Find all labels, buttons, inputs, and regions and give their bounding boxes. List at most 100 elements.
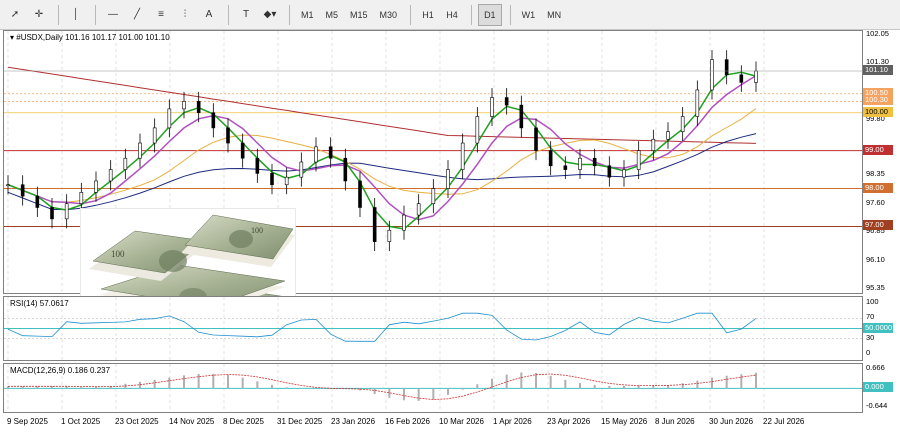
price-level-badge: 98.00 [863,182,893,193]
candle-body [94,180,98,193]
candle-body [79,192,84,205]
rsi-tick-label: 30 [866,332,875,342]
trendline-tool-icon[interactable]: ╱ [126,4,148,26]
date-tick-label: 16 Feb 2026 [385,417,430,426]
candle-body [460,142,465,170]
price-axis[interactable]: 102.05 101.30 99.80 98.35 97.60 96.85 96.10 95.… [863,29,900,294]
candle-body [724,59,729,76]
macd-tick-label: 0.666 [866,363,885,372]
candle-body [578,157,582,170]
candle-body [138,142,142,159]
svg-text:100: 100 [111,249,125,259]
macd-canvas[interactable] [4,364,864,414]
candle-body [666,131,670,140]
macd-title: MACD(12,26,9) 0.186 0.237 [10,366,111,375]
date-tick-label: 9 Sep 2025 [7,417,48,426]
price-tick-label: 97.60 [866,197,885,207]
candle-body [299,161,304,178]
price-tick-label: 95.35 [866,283,885,292]
date-tick-label: 23 Apr 2026 [547,417,591,426]
timeframe-w1-button[interactable]: W1 [517,4,541,26]
toolbar-separator [410,4,412,25]
candle-body [226,127,230,144]
timeframe-h4-button[interactable]: H4 [441,4,463,26]
candle-body [622,169,626,178]
rsi-title: RSI(14) 57.0617 [10,299,69,308]
equidistant-channel-tool-icon[interactable]: ≡ [150,4,172,26]
candle-body [314,146,318,163]
candle-body [695,89,700,117]
candle-body [563,165,568,170]
price-level-badge: 100.30 [863,95,893,106]
toolbar-separator [58,4,59,25]
candle-body [240,142,245,159]
macd-panel[interactable]: MACD(12,26,9) 0.186 0.237 [3,363,863,413]
timeframe-m1-button[interactable]: M1 [296,4,319,26]
candle-body [739,74,744,83]
rsi-canvas[interactable] [4,297,864,362]
candle-body [196,101,201,114]
text-tool-icon[interactable]: A [198,4,220,26]
candle-body [35,195,40,208]
date-tick-label: 1 Apr 2026 [493,417,532,426]
date-tick-label: 31 Dec 2025 [277,417,323,426]
time-axis[interactable]: 9 Sep 2025 1 Oct 2025 23 Oct 2025 14 Nov 20… [3,413,863,432]
candle-body [284,176,289,186]
price-level-badge: 100.00 [863,106,893,117]
date-tick-label: 8 Dec 2025 [223,417,264,426]
candle-body [358,180,362,208]
candle-body [64,203,69,220]
timeframe-h1-button[interactable]: H1 [417,4,439,26]
date-tick-label: 14 Nov 2025 [169,417,215,426]
rsi-tick-label: 70 [866,312,875,322]
timeframe-m5-button[interactable]: M5 [321,4,344,26]
candle-body [519,104,524,129]
date-tick-label: 22 Jul 2026 [763,417,805,426]
candle-body [548,150,553,167]
candle-body [167,108,172,129]
candle-body [680,116,685,132]
candle-body [607,165,612,178]
candle-body [343,157,348,182]
candle-body [20,184,25,197]
horizontal-line-tool-icon[interactable]: — [102,4,124,26]
candle-body [636,150,641,170]
fibonacci-tool-icon[interactable]: ⫶ [174,4,196,26]
candle-body [490,97,494,117]
candle-body [446,169,450,189]
toolbar-separator [509,4,511,25]
chart-symbol-info: ▾ #USDX,Daily 101.16 101.17 101.00 101.1… [10,33,170,42]
crosshair-tool-icon[interactable]: ✛ [28,4,50,26]
candle-body [431,188,436,205]
rsi-line [7,312,757,342]
candle-body [416,203,421,216]
timeframe-mn-button[interactable]: MN [542,4,566,26]
candle-body [372,207,377,242]
candle-body [211,112,216,129]
toolbar-separator [471,4,473,25]
macd-tick-label: -0.644 [866,401,888,410]
rsi-level-badge: 50.0000 [863,322,893,333]
timeframe-d1-button[interactable]: D1 [478,3,502,26]
shapes-tool-icon[interactable]: ◆▾ [259,4,281,26]
timeframe-m30-button[interactable]: M30 [375,4,403,26]
rsi-axis: 100 70 30 0 50.0000 [863,296,900,361]
toolbar-separator [228,4,229,25]
date-tick-label: 30 Jun 2026 [709,417,754,426]
ma-200-line [7,66,757,144]
text-label-tool-icon[interactable]: T [235,4,257,26]
candle-body [710,59,714,91]
date-tick-label: 8 Jun 2026 [655,417,695,426]
candle-body [504,97,509,106]
candle-body [152,127,157,144]
macd-signal-line [8,373,757,400]
candle-body [651,138,656,151]
vertical-line-tool-icon[interactable]: │ [65,4,87,26]
date-tick-label: 1 Oct 2025 [61,417,101,426]
cursor-tool-icon[interactable]: ➚ [4,4,26,26]
price-tick-label: 96.10 [866,254,885,264]
candle-body [108,169,113,182]
timeframe-m15-button[interactable]: M15 [345,4,373,26]
candle-body [6,184,10,187]
rsi-panel[interactable]: RSI(14) 57.0617 [3,296,863,361]
